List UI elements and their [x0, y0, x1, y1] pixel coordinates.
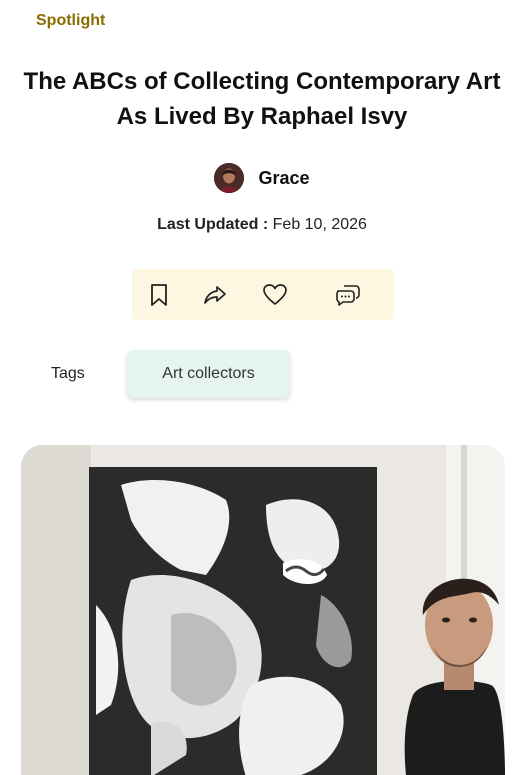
- bookmark-icon[interactable]: [146, 282, 172, 308]
- tag-chip-art-collectors[interactable]: Art collectors: [127, 350, 290, 398]
- heart-icon[interactable]: [262, 282, 288, 308]
- last-updated: Last Updated : Feb 10, 2026: [0, 216, 524, 234]
- share-icon[interactable]: [202, 282, 228, 308]
- hero-image: [21, 445, 505, 775]
- comments-icon[interactable]: [335, 282, 361, 308]
- tags-label: Tags: [51, 365, 85, 382]
- article-title: The ABCs of Collecting Contemporary Art …: [23, 68, 501, 130]
- author-byline[interactable]: Grace: [0, 163, 524, 193]
- author-name[interactable]: Grace: [258, 168, 309, 189]
- article-actions-bar: [132, 269, 394, 320]
- last-updated-date: Feb 10, 2026: [272, 216, 367, 233]
- avatar[interactable]: [214, 163, 245, 193]
- section-kicker[interactable]: Spotlight: [36, 12, 105, 30]
- last-updated-label: Last Updated :: [157, 216, 269, 233]
